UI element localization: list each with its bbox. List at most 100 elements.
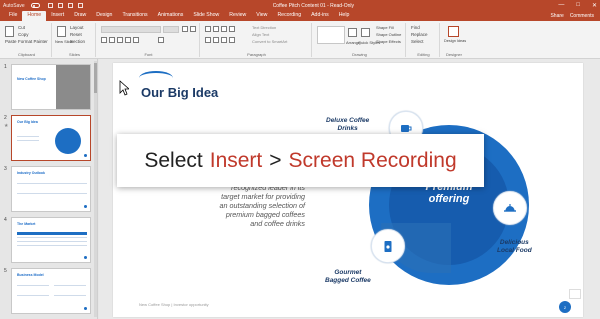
paste-icon[interactable] (5, 26, 14, 37)
shape-effects-button[interactable]: Shape Effects (376, 39, 401, 44)
design-ideas-icon[interactable] (448, 26, 459, 37)
tab-slide-show[interactable]: Slide Show (188, 11, 224, 21)
slide-number: 3 (4, 166, 7, 172)
align-center-icon[interactable] (213, 37, 219, 43)
close-button[interactable]: ✕ (592, 2, 597, 9)
paragraph-label: Paragraph (247, 52, 266, 57)
tab-review[interactable]: Review (224, 11, 251, 21)
text-direction-button[interactable]: Text Direction (252, 25, 276, 30)
feature-label-bagged: Gourmet Bagged Coffee (325, 269, 371, 284)
thumbnail-scrollbar[interactable] (94, 61, 97, 317)
tab-file[interactable]: File (4, 11, 22, 21)
font-name-dropdown[interactable] (101, 26, 161, 33)
reset-button[interactable]: Reset (70, 32, 82, 37)
justify-icon[interactable] (229, 37, 235, 43)
group-slides: New Slide Layout Reset Section Slides (54, 23, 96, 57)
strikethrough-icon[interactable] (125, 37, 131, 43)
page-number-badge: 2 (559, 301, 571, 313)
layout-button[interactable]: Layout (70, 25, 84, 30)
copy-button[interactable]: Copy (18, 32, 29, 37)
decrease-indent-icon[interactable] (221, 26, 227, 32)
share-button[interactable]: Share (550, 13, 563, 19)
select-button[interactable]: Select (411, 39, 424, 44)
align-text-button[interactable]: Align Text (252, 32, 269, 37)
editing-label: Editing (417, 52, 430, 57)
group-paragraph: Text Direction Align Text Convert to Sma… (202, 23, 312, 57)
align-left-icon[interactable] (205, 37, 211, 43)
minimize-button[interactable]: — (558, 2, 564, 9)
present-icon[interactable] (77, 3, 83, 8)
tab-add-ins[interactable]: Add-ins (306, 11, 334, 21)
redo-icon[interactable] (67, 3, 73, 8)
instruction-separator: > (269, 148, 282, 172)
slide-thumbnail-2[interactable]: 2 ★ Our Big Idea (0, 115, 98, 161)
thumb-circle (55, 128, 81, 154)
slide-number: 4 (4, 217, 7, 223)
ribbon-home: Paste Cut Copy Format Painter Clipboard … (0, 21, 600, 59)
bold-icon[interactable] (101, 37, 107, 43)
align-right-icon[interactable] (221, 37, 227, 43)
autosave-label: AutoSave (3, 2, 25, 9)
save-icon[interactable] (47, 3, 53, 8)
italic-icon[interactable] (109, 37, 115, 43)
slide-title[interactable]: Our Big Idea (141, 85, 218, 100)
font-size-dropdown[interactable] (163, 26, 179, 33)
shape-fill-button[interactable]: Shape Fill (376, 25, 394, 30)
increase-indent-icon[interactable] (229, 26, 235, 32)
tab-home[interactable]: Home (22, 11, 47, 21)
maximize-button[interactable]: □ (576, 2, 580, 9)
thumb-title: New Coffee Shop (17, 77, 46, 81)
shadow-icon[interactable] (133, 37, 139, 43)
tab-transitions[interactable]: Transitions (117, 11, 152, 21)
autosave-toggle[interactable] (30, 3, 40, 8)
undo-icon[interactable] (57, 3, 63, 8)
thumb-title: Business Model (17, 273, 44, 277)
comments-button[interactable]: Comments (570, 13, 594, 19)
tab-design[interactable]: Design (91, 11, 117, 21)
slide-thumbnail-5[interactable]: 5 Business Model (0, 268, 98, 314)
thumb-title: Industry Outlook (17, 171, 45, 175)
slide[interactable]: Our Big Idea recognized leader in its ta… (113, 63, 583, 317)
group-designer: Design Ideas Designer (442, 23, 466, 57)
food-cloche-icon (504, 204, 516, 212)
bullets-icon[interactable] (205, 26, 211, 32)
convert-smartart-button[interactable]: Convert to SmartArt (252, 39, 287, 44)
underline-icon[interactable] (117, 37, 123, 43)
coffee-bag-icon (384, 241, 392, 252)
grow-font-icon[interactable] (182, 26, 188, 32)
section-button[interactable]: Section (70, 39, 85, 44)
font-color-icon[interactable] (158, 37, 164, 43)
feature-circle-food (493, 191, 527, 225)
replace-button[interactable]: Replace (411, 32, 428, 37)
new-slide-icon[interactable] (57, 26, 66, 37)
thumbnail-scrollbar-thumb[interactable] (94, 63, 97, 93)
slide-thumbnail-4[interactable]: 4 The Market (0, 217, 98, 263)
tab-view[interactable]: View (251, 11, 272, 21)
slide-footer: New Coffee Shop | Investor opportunity (139, 302, 209, 307)
tab-animations[interactable]: Animations (153, 11, 189, 21)
slide-body-text[interactable]: recognized leader in its target market f… (153, 183, 305, 228)
tab-insert[interactable]: Insert (46, 11, 69, 21)
shapes-gallery[interactable] (317, 26, 345, 44)
feature-label-deluxe: Deluxe Coffee Drinks (326, 117, 370, 132)
thumb-title: The Market (17, 222, 36, 226)
tab-help[interactable]: Help (334, 11, 355, 21)
arrange-icon[interactable] (348, 28, 357, 37)
design-ideas-button[interactable]: Design Ideas (444, 39, 466, 43)
slide-thumbnail-1[interactable]: 1 New Coffee Shop (0, 64, 98, 110)
slide-number: 2 (4, 115, 7, 121)
tab-draw[interactable]: Draw (69, 11, 91, 21)
tab-recording[interactable]: Recording (272, 11, 306, 21)
cut-button[interactable]: Cut (18, 25, 25, 30)
thumb-title: Our Big Idea (17, 120, 38, 124)
find-button[interactable]: Find (411, 25, 420, 30)
powerpoint-window: AutoSave Coffee Pitch Content 01 - Read-… (0, 0, 600, 319)
paste-button[interactable]: Paste (5, 39, 17, 44)
quick-styles-icon[interactable] (361, 28, 370, 37)
shrink-font-icon[interactable] (190, 26, 196, 32)
numbering-icon[interactable] (213, 26, 219, 32)
format-painter-button[interactable]: Format Painter (18, 39, 48, 44)
slides-label: Slides (69, 52, 80, 57)
shape-outline-button[interactable]: Shape Outline (376, 32, 401, 37)
slide-thumbnail-3[interactable]: 3 Industry Outlook (0, 166, 98, 212)
